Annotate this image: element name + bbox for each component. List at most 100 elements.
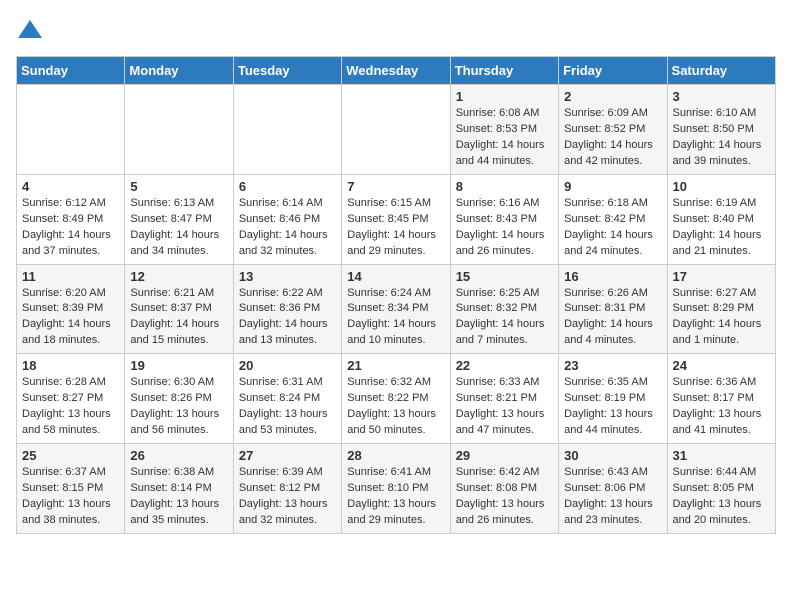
day-number: 20 xyxy=(239,358,336,373)
calendar-cell: 31 Sunrise: 6:44 AM Sunset: 8:05 PM Dayli… xyxy=(667,444,775,534)
day-number: 31 xyxy=(673,448,770,463)
day-number: 1 xyxy=(456,89,553,104)
day-header-tuesday: Tuesday xyxy=(233,57,341,85)
calendar-cell: 25 Sunrise: 6:37 AM Sunset: 8:15 PM Dayli… xyxy=(17,444,125,534)
day-number: 5 xyxy=(130,179,227,194)
day-number: 25 xyxy=(22,448,119,463)
day-header-thursday: Thursday xyxy=(450,57,558,85)
day-number: 27 xyxy=(239,448,336,463)
logo-icon xyxy=(16,16,44,44)
calendar-cell: 27Sunrise: 6:39 AM Sunset: 8:12 PM Dayli… xyxy=(233,444,341,534)
cell-content: Sunrise: 6:14 AM Sunset: 8:46 PM Dayligh… xyxy=(239,196,336,260)
calendar-cell: 23 Sunrise: 6:35 AM Sunset: 8:19 PM Dayli… xyxy=(559,354,667,444)
day-number: 8 xyxy=(456,179,553,194)
calendar-cell: 18Sunrise: 6:28 AM Sunset: 8:27 PM Dayli… xyxy=(17,354,125,444)
calendar-cell xyxy=(125,85,233,175)
calendar-cell: 3 Sunrise: 6:10 AM Sunset: 8:50 PM Daylig… xyxy=(667,85,775,175)
day-header-monday: Monday xyxy=(125,57,233,85)
day-number: 22 xyxy=(456,358,553,373)
cell-content: Sunrise: 6:42 AM Sunset: 8:08 PM Dayligh… xyxy=(456,465,553,529)
day-number: 17 xyxy=(673,269,770,284)
calendar-cell: 9 Sunrise: 6:18 AM Sunset: 8:42 PM Daylig… xyxy=(559,174,667,264)
calendar-cell: 20 Sunrise: 6:31 AM Sunset: 8:24 PM Dayli… xyxy=(233,354,341,444)
day-number: 13 xyxy=(239,269,336,284)
cell-content: Sunrise: 6:44 AM Sunset: 8:05 PM Dayligh… xyxy=(673,465,770,529)
day-number: 6 xyxy=(239,179,336,194)
calendar-cell: 16Sunrise: 6:26 AM Sunset: 8:31 PM Dayli… xyxy=(559,264,667,354)
cell-content: Sunrise: 6:32 AM Sunset: 8:22 PM Dayligh… xyxy=(347,375,444,439)
day-number: 30 xyxy=(564,448,661,463)
day-number: 10 xyxy=(673,179,770,194)
day-number: 26 xyxy=(130,448,227,463)
calendar-table: SundayMondayTuesdayWednesdayThursdayFrid… xyxy=(16,56,776,534)
day-number: 3 xyxy=(673,89,770,104)
cell-content: Sunrise: 6:28 AM Sunset: 8:27 PM Dayligh… xyxy=(22,375,119,439)
logo xyxy=(16,16,48,44)
day-number: 21 xyxy=(347,358,444,373)
calendar-cell: 6 Sunrise: 6:14 AM Sunset: 8:46 PM Daylig… xyxy=(233,174,341,264)
cell-content: Sunrise: 6:37 AM Sunset: 8:15 PM Dayligh… xyxy=(22,465,119,529)
cell-content: Sunrise: 6:35 AM Sunset: 8:19 PM Dayligh… xyxy=(564,375,661,439)
calendar-cell: 1 Sunrise: 6:08 AM Sunset: 8:53 PM Daylig… xyxy=(450,85,558,175)
calendar-cell: 15 Sunrise: 6:25 AM Sunset: 8:32 PM Dayli… xyxy=(450,264,558,354)
cell-content: Sunrise: 6:30 AM Sunset: 8:26 PM Dayligh… xyxy=(130,375,227,439)
calendar-cell: 12 Sunrise: 6:21 AM Sunset: 8:37 PM Dayli… xyxy=(125,264,233,354)
calendar-cell: 29 Sunrise: 6:42 AM Sunset: 8:08 PM Dayli… xyxy=(450,444,558,534)
day-number: 4 xyxy=(22,179,119,194)
day-number: 7 xyxy=(347,179,444,194)
cell-content: Sunrise: 6:22 AM Sunset: 8:36 PM Dayligh… xyxy=(239,286,336,350)
cell-content: Sunrise: 6:25 AM Sunset: 8:32 PM Dayligh… xyxy=(456,286,553,350)
calendar-cell: 7 Sunrise: 6:15 AM Sunset: 8:45 PM Daylig… xyxy=(342,174,450,264)
calendar-cell: 28 Sunrise: 6:41 AM Sunset: 8:10 PM Dayli… xyxy=(342,444,450,534)
cell-content: Sunrise: 6:31 AM Sunset: 8:24 PM Dayligh… xyxy=(239,375,336,439)
day-number: 12 xyxy=(130,269,227,284)
calendar-cell: 13 Sunrise: 6:22 AM Sunset: 8:36 PM Dayli… xyxy=(233,264,341,354)
day-number: 23 xyxy=(564,358,661,373)
calendar-cell: 26 Sunrise: 6:38 AM Sunset: 8:14 PM Dayli… xyxy=(125,444,233,534)
cell-content: Sunrise: 6:33 AM Sunset: 8:21 PM Dayligh… xyxy=(456,375,553,439)
calendar-cell: 10 Sunrise: 6:19 AM Sunset: 8:40 PM Dayli… xyxy=(667,174,775,264)
day-header-wednesday: Wednesday xyxy=(342,57,450,85)
calendar-cell: 17 Sunrise: 6:27 AM Sunset: 8:29 PM Dayli… xyxy=(667,264,775,354)
cell-content: Sunrise: 6:41 AM Sunset: 8:10 PM Dayligh… xyxy=(347,465,444,529)
day-number: 11 xyxy=(22,269,119,284)
day-number: 19 xyxy=(130,358,227,373)
calendar-cell: 22 Sunrise: 6:33 AM Sunset: 8:21 PM Dayli… xyxy=(450,354,558,444)
calendar-cell: 4Sunrise: 6:12 AM Sunset: 8:49 PM Daylig… xyxy=(17,174,125,264)
cell-content: Sunrise: 6:24 AM Sunset: 8:34 PM Dayligh… xyxy=(347,286,444,350)
day-number: 2 xyxy=(564,89,661,104)
cell-content: Sunrise: 6:10 AM Sunset: 8:50 PM Dayligh… xyxy=(673,106,770,170)
day-number: 24 xyxy=(673,358,770,373)
calendar-cell: 19 Sunrise: 6:30 AM Sunset: 8:26 PM Dayli… xyxy=(125,354,233,444)
cell-content: Sunrise: 6:18 AM Sunset: 8:42 PM Dayligh… xyxy=(564,196,661,260)
calendar-cell: 21 Sunrise: 6:32 AM Sunset: 8:22 PM Dayli… xyxy=(342,354,450,444)
day-number: 29 xyxy=(456,448,553,463)
cell-content: Sunrise: 6:20 AM Sunset: 8:39 PM Dayligh… xyxy=(22,286,119,350)
calendar-cell: 11 Sunrise: 6:20 AM Sunset: 8:39 PM Dayli… xyxy=(17,264,125,354)
calendar-cell xyxy=(342,85,450,175)
calendar-cell: 8 Sunrise: 6:16 AM Sunset: 8:43 PM Daylig… xyxy=(450,174,558,264)
calendar-cell: 5 Sunrise: 6:13 AM Sunset: 8:47 PM Daylig… xyxy=(125,174,233,264)
cell-content: Sunrise: 6:08 AM Sunset: 8:53 PM Dayligh… xyxy=(456,106,553,170)
calendar-cell xyxy=(17,85,125,175)
day-header-sunday: Sunday xyxy=(17,57,125,85)
cell-content: Sunrise: 6:38 AM Sunset: 8:14 PM Dayligh… xyxy=(130,465,227,529)
calendar-cell xyxy=(233,85,341,175)
cell-content: Sunrise: 6:13 AM Sunset: 8:47 PM Dayligh… xyxy=(130,196,227,260)
day-number: 9 xyxy=(564,179,661,194)
day-number: 15 xyxy=(456,269,553,284)
day-number: 28 xyxy=(347,448,444,463)
cell-content: Sunrise: 6:09 AM Sunset: 8:52 PM Dayligh… xyxy=(564,106,661,170)
day-number: 16 xyxy=(564,269,661,284)
cell-content: Sunrise: 6:16 AM Sunset: 8:43 PM Dayligh… xyxy=(456,196,553,260)
calendar-cell: 30 Sunrise: 6:43 AM Sunset: 8:06 PM Dayli… xyxy=(559,444,667,534)
cell-content: Sunrise: 6:21 AM Sunset: 8:37 PM Dayligh… xyxy=(130,286,227,350)
cell-content: Sunrise: 6:15 AM Sunset: 8:45 PM Dayligh… xyxy=(347,196,444,260)
cell-content: Sunrise: 6:19 AM Sunset: 8:40 PM Dayligh… xyxy=(673,196,770,260)
calendar-cell: 2 Sunrise: 6:09 AM Sunset: 8:52 PM Daylig… xyxy=(559,85,667,175)
day-header-saturday: Saturday xyxy=(667,57,775,85)
cell-content: Sunrise: 6:27 AM Sunset: 8:29 PM Dayligh… xyxy=(673,286,770,350)
calendar-cell: 14 Sunrise: 6:24 AM Sunset: 8:34 PM Dayli… xyxy=(342,264,450,354)
day-number: 14 xyxy=(347,269,444,284)
cell-content: Sunrise: 6:43 AM Sunset: 8:06 PM Dayligh… xyxy=(564,465,661,529)
